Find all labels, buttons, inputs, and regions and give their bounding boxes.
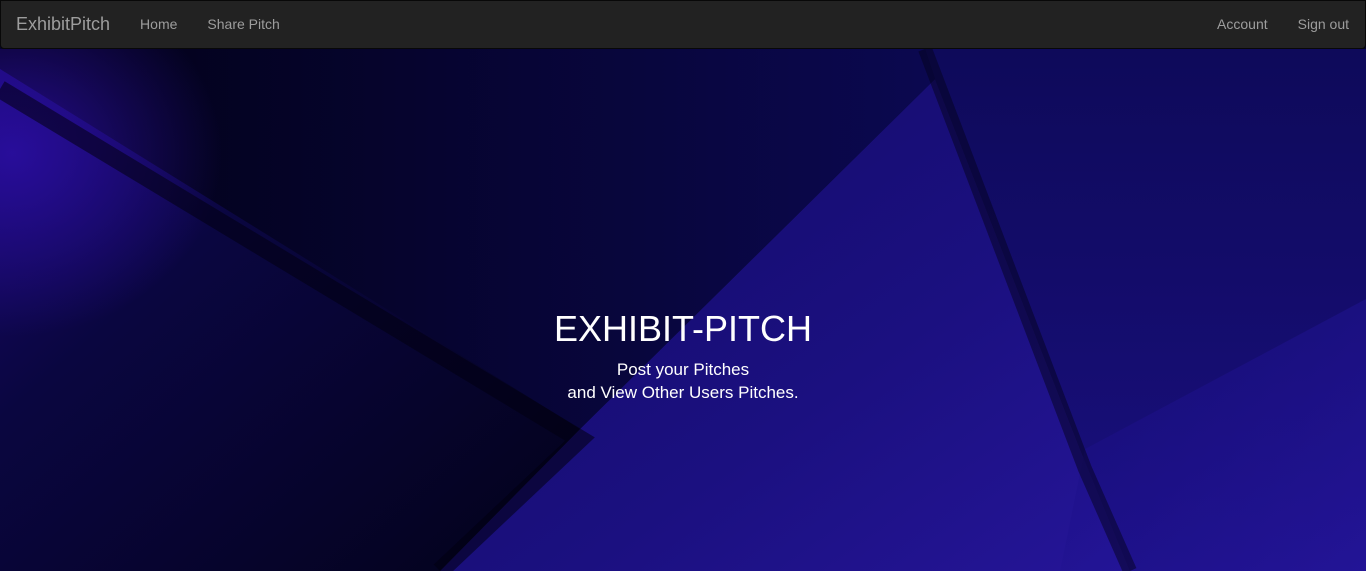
hero-banner: EXHIBIT-PITCH Post your Pitches and View… — [0, 49, 1366, 571]
nav-left-group: Home Share Pitch — [125, 1, 295, 48]
nav-sign-out-link[interactable]: Sign out — [1283, 0, 1364, 49]
hero-text-block: EXHIBIT-PITCH Post your Pitches and View… — [0, 49, 1366, 571]
brand-link[interactable]: ExhibitPitch — [1, 0, 125, 49]
top-navbar: ExhibitPitch Home Share Pitch Account Si… — [0, 0, 1366, 49]
hero-subtitle-line-2: and View Other Users Pitches. — [567, 383, 799, 402]
hero-title: EXHIBIT-PITCH — [553, 308, 813, 349]
nav-home-link[interactable]: Home — [125, 0, 192, 49]
nav-right-group: Account Sign out — [1202, 1, 1365, 48]
nav-share-pitch-link[interactable]: Share Pitch — [192, 0, 294, 49]
hero-subtitle-line-1: Post your Pitches — [616, 360, 750, 379]
hero-subtitle: Post your Pitches and View Other Users P… — [0, 358, 1366, 404]
nav-account-link[interactable]: Account — [1202, 0, 1283, 49]
